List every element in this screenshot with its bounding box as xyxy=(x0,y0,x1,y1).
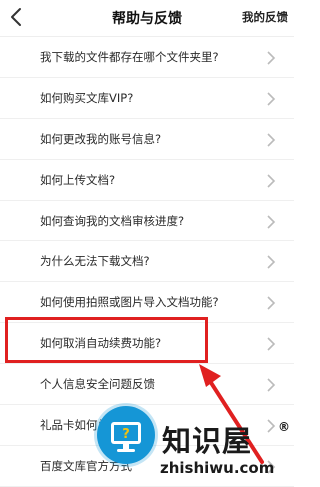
watermark-url: zhishiwu.com xyxy=(160,459,275,477)
svg-text:?: ? xyxy=(122,427,130,442)
watermark-logo: ? xyxy=(97,406,155,464)
watermark-brand: 知识屋 xyxy=(162,424,253,458)
watermark-registered-mark: ® xyxy=(278,420,290,434)
monitor-question-icon: ? xyxy=(111,422,141,452)
